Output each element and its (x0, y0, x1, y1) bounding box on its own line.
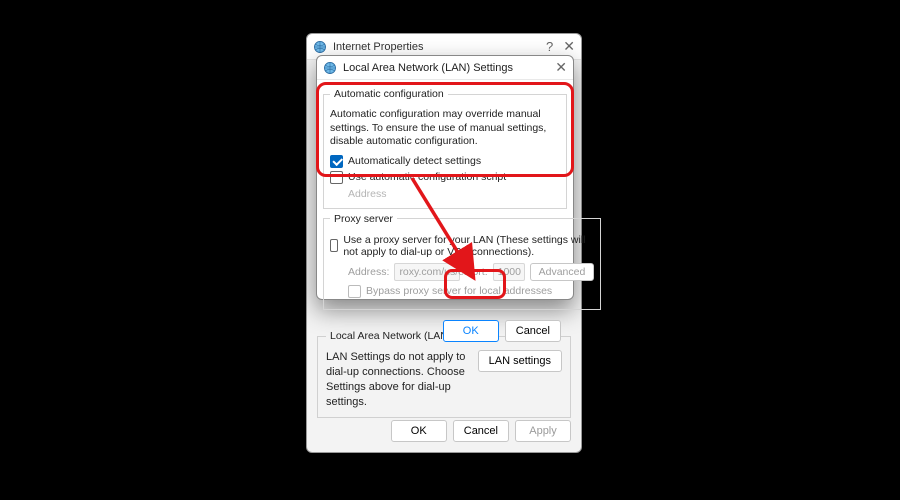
auto-script-label: Use automatic configuration script (348, 171, 506, 183)
auto-legend: Automatic configuration (330, 88, 448, 100)
auto-script-row: Use automatic configuration script (330, 171, 560, 184)
lan-cancel-button[interactable]: Cancel (505, 320, 561, 342)
proxy-bypass-checkbox[interactable] (348, 285, 361, 298)
lan-buttons-row: OK Cancel (323, 314, 567, 350)
auto-detect-label: Automatically detect settings (348, 155, 481, 167)
parent-apply-button[interactable]: Apply (515, 420, 571, 442)
close-icon[interactable]: ✕ (555, 59, 567, 76)
lan-ok-button[interactable]: OK (443, 320, 499, 342)
lan-title: Local Area Network (LAN) Settings (343, 62, 513, 74)
proxy-use-label: Use a proxy server for your LAN (These s… (343, 234, 594, 258)
auto-address-label: Address (348, 188, 560, 200)
proxy-bypass-label: Bypass proxy server for local addresses (366, 285, 552, 297)
lan-titlebar: Local Area Network (LAN) Settings ✕ (317, 56, 573, 80)
lan-body: Automatic configuration Automatic config… (317, 80, 573, 356)
proxy-port-label: Port: (465, 266, 487, 278)
parent-ok-button[interactable]: OK (391, 420, 447, 442)
lan-settings-dialog: Local Area Network (LAN) Settings ✕ Auto… (316, 55, 574, 300)
proxy-port-input[interactable]: 1000 (493, 263, 525, 281)
parent-cancel-button[interactable]: Cancel (453, 420, 509, 442)
proxy-address-input[interactable]: roxy.com/us/en (394, 263, 460, 281)
lan-settings-text: LAN Settings do not apply to dial-up con… (326, 350, 472, 409)
automatic-configuration-group: Automatic configuration Automatic config… (323, 88, 567, 209)
auto-description: Automatic configuration may override man… (330, 108, 560, 149)
proxy-address-row: Address: roxy.com/us/en Port: 1000 Advan… (348, 263, 594, 281)
parent-bottom-buttons: OK Cancel Apply (391, 420, 571, 442)
proxy-advanced-button[interactable]: Advanced (530, 263, 595, 281)
parent-title: Internet Properties (333, 41, 424, 53)
proxy-server-group: Proxy server Use a proxy server for your… (323, 213, 601, 310)
auto-detect-row: Automatically detect settings (330, 155, 560, 168)
proxy-bypass-row: Bypass proxy server for local addresses (348, 285, 594, 298)
proxy-legend: Proxy server (330, 213, 397, 225)
globe-icon (323, 61, 337, 75)
auto-detect-checkbox[interactable] (330, 155, 343, 168)
globe-icon (313, 40, 327, 54)
proxy-address-label: Address: (348, 266, 389, 278)
close-icon[interactable]: ✕ (563, 38, 575, 55)
proxy-use-checkbox[interactable] (330, 239, 338, 252)
help-icon[interactable]: ? (546, 39, 553, 54)
auto-script-checkbox[interactable] (330, 171, 343, 184)
proxy-use-row: Use a proxy server for your LAN (These s… (330, 234, 594, 258)
